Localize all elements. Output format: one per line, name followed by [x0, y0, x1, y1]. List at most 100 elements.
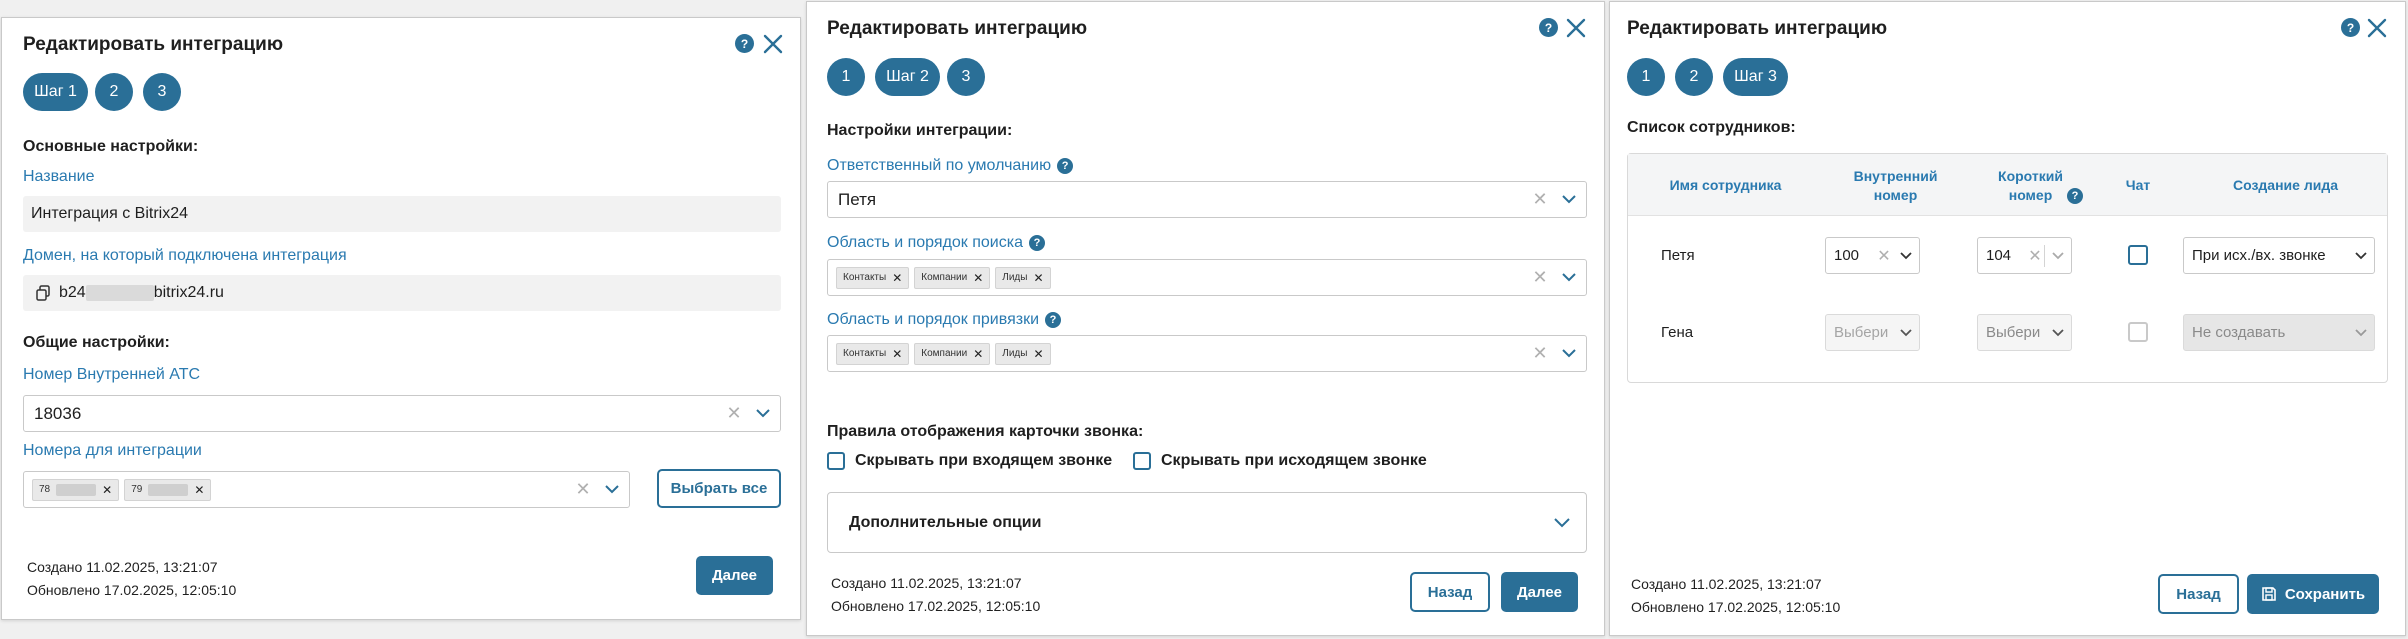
chip-remove-icon[interactable]: ✕ — [102, 483, 112, 497]
chevron-down-icon[interactable] — [2348, 328, 2374, 337]
chevron-down-icon[interactable] — [1538, 517, 1586, 528]
hide-outgoing-option[interactable]: Скрывать при исходящем звонке — [1133, 452, 1427, 470]
step-3-tab[interactable]: 3 — [947, 58, 985, 96]
next-button[interactable]: Далее — [696, 556, 773, 595]
chip-remove-icon[interactable]: ✕ — [892, 271, 902, 285]
integration-numbers-label: Номера для интеграции — [23, 442, 202, 459]
help-icon[interactable]: ? — [2066, 188, 2083, 204]
back-button[interactable]: Назад — [1410, 572, 1490, 612]
scope-chip: Компании ✕ — [914, 266, 991, 289]
help-icon[interactable]: ? — [735, 34, 754, 53]
clear-icon[interactable]: ✕ — [571, 479, 595, 500]
step-2-tab[interactable]: 2 — [1675, 58, 1713, 96]
chevron-down-icon[interactable] — [595, 485, 629, 494]
save-icon — [2261, 586, 2277, 602]
employee-name: Гена — [1661, 324, 1694, 341]
hide-incoming-checkbox[interactable] — [827, 452, 845, 470]
integration-numbers-select[interactable]: 78 ✕ 79 ✕ ✕ — [23, 471, 630, 508]
updated-at: Обновлено 17.02.2025, 12:05:10 — [1631, 599, 1841, 615]
edit-integration-dialog-step3: Редактировать интеграцию ? 1 2 Шаг 3 Спи… — [1609, 1, 2406, 636]
chip-remove-icon[interactable]: ✕ — [973, 271, 983, 285]
help-icon[interactable]: ? — [1029, 235, 1045, 251]
chip-remove-icon[interactable]: ✕ — [1033, 347, 1043, 361]
copy-icon[interactable] — [35, 285, 51, 301]
help-icon[interactable]: ? — [1057, 158, 1074, 174]
pbx-number-select[interactable]: 18036 ✕ — [23, 395, 781, 432]
select-all-button[interactable]: Выбрать все — [657, 469, 781, 508]
clear-icon[interactable]: ✕ — [1528, 267, 1552, 288]
main-settings-heading: Основные настройки: — [23, 138, 199, 155]
step-3-tab[interactable]: 3 — [143, 73, 181, 111]
step-2-tab[interactable]: Шаг 2 — [875, 58, 940, 96]
chevron-down-icon[interactable] — [746, 409, 780, 418]
next-button[interactable]: Далее — [1501, 572, 1578, 612]
domain-field: b24 bitrix24.ru — [23, 275, 781, 311]
pbx-number-value: 18036 — [34, 403, 82, 423]
chevron-down-icon[interactable] — [1893, 328, 1919, 337]
step-2-tab[interactable]: 2 — [95, 73, 133, 111]
extra-options-label: Дополнительные опции — [849, 513, 1042, 531]
name-value: Интеграция с Bitrix24 — [31, 205, 189, 222]
chip-remove-icon[interactable]: ✕ — [1033, 271, 1043, 285]
search-scope-select[interactable]: Контакты ✕ Компании ✕ Лиды ✕ ✕ — [827, 259, 1587, 296]
chevron-down-icon[interactable] — [2348, 251, 2374, 260]
chip-remove-icon[interactable]: ✕ — [194, 483, 204, 497]
lead-creation-select[interactable]: При исх./вх. звонке — [2183, 237, 2375, 274]
short-number-select[interactable]: Выбери — [1977, 314, 2072, 351]
card-rules-heading: Правила отображения карточки звонка: — [827, 423, 1144, 440]
back-button[interactable]: Назад — [2158, 574, 2239, 614]
binding-scope-select[interactable]: Контакты ✕ Компании ✕ Лиды ✕ ✕ — [827, 335, 1587, 372]
hide-incoming-option[interactable]: Скрывать при входящем звонке — [827, 452, 1112, 470]
col-employee-name: Имя сотрудника — [1669, 177, 1782, 193]
extra-options-accordion[interactable]: Дополнительные опции — [827, 492, 1587, 553]
scope-chip: Лиды ✕ — [995, 342, 1051, 365]
close-icon[interactable] — [1565, 17, 1587, 39]
domain-suffix: bitrix24.ru — [153, 284, 224, 301]
integration-settings-heading: Настройки интеграции: — [827, 122, 1013, 139]
meta-info: Создано 11.02.2025, 13:21:07 Обновлено 1… — [831, 572, 1040, 618]
employee-table: Имя сотрудника Внутренний номер Короткий… — [1627, 153, 2388, 383]
chevron-down-icon[interactable] — [1552, 349, 1586, 358]
chevron-down-icon[interactable] — [1552, 273, 1586, 282]
help-icon[interactable]: ? — [2341, 18, 2360, 37]
scope-chip: Компании ✕ — [914, 342, 991, 365]
step-1-tab[interactable]: Шаг 1 — [23, 73, 88, 111]
hide-outgoing-checkbox[interactable] — [1133, 452, 1151, 470]
clear-icon[interactable]: ✕ — [1528, 343, 1552, 364]
chevron-down-icon[interactable] — [1893, 251, 1919, 260]
chat-checkbox[interactable] — [2128, 322, 2148, 342]
internal-number-select[interactable]: 100 ✕ — [1825, 237, 1920, 274]
short-number-select[interactable]: 104 ✕ — [1977, 237, 2072, 274]
clear-icon[interactable]: ✕ — [1528, 189, 1552, 210]
step-1-tab[interactable]: 1 — [1627, 58, 1665, 96]
chevron-down-icon[interactable] — [2045, 251, 2071, 260]
employee-name: Петя — [1661, 247, 1695, 264]
col-internal-number: Внутренний номер — [1853, 168, 1938, 203]
chip-remove-icon[interactable]: ✕ — [973, 347, 983, 361]
updated-at: Обновлено 17.02.2025, 12:05:10 — [831, 598, 1041, 614]
number-chip: 79 ✕ — [124, 478, 212, 501]
close-icon[interactable] — [762, 33, 784, 55]
created-at: Создано 11.02.2025, 13:21:07 — [1631, 576, 1822, 592]
save-button[interactable]: Сохранить — [2247, 574, 2379, 614]
step-1-tab[interactable]: 1 — [827, 58, 865, 96]
close-icon[interactable] — [2366, 17, 2388, 39]
clear-icon[interactable]: ✕ — [2026, 246, 2044, 266]
edit-integration-dialog-step1: Редактировать интеграцию ? Шаг 1 2 3 Осн… — [1, 17, 801, 620]
created-at: Создано 11.02.2025, 13:21:07 — [831, 575, 1022, 591]
clear-icon[interactable]: ✕ — [722, 403, 746, 424]
clear-icon[interactable]: ✕ — [1875, 246, 1893, 266]
step-3-tab[interactable]: Шаг 3 — [1723, 58, 1788, 96]
lead-creation-select[interactable]: Не создавать — [2183, 314, 2375, 351]
table-row: Петя 100 ✕ 104 ✕ При исх./вх. звонке — [1628, 216, 2387, 294]
internal-number-select[interactable]: Выбери — [1825, 314, 1920, 351]
table-row: Гена Выбери Выбери Не создавать — [1628, 294, 2387, 372]
responsible-select[interactable]: Петя ✕ — [827, 181, 1587, 218]
chevron-down-icon[interactable] — [2045, 328, 2071, 337]
col-short-number: Короткий номер ? — [1973, 167, 2108, 205]
chat-checkbox[interactable] — [2128, 245, 2148, 265]
chevron-down-icon[interactable] — [1552, 195, 1586, 204]
help-icon[interactable]: ? — [1539, 18, 1558, 37]
help-icon[interactable]: ? — [1045, 312, 1061, 328]
chip-remove-icon[interactable]: ✕ — [892, 347, 902, 361]
